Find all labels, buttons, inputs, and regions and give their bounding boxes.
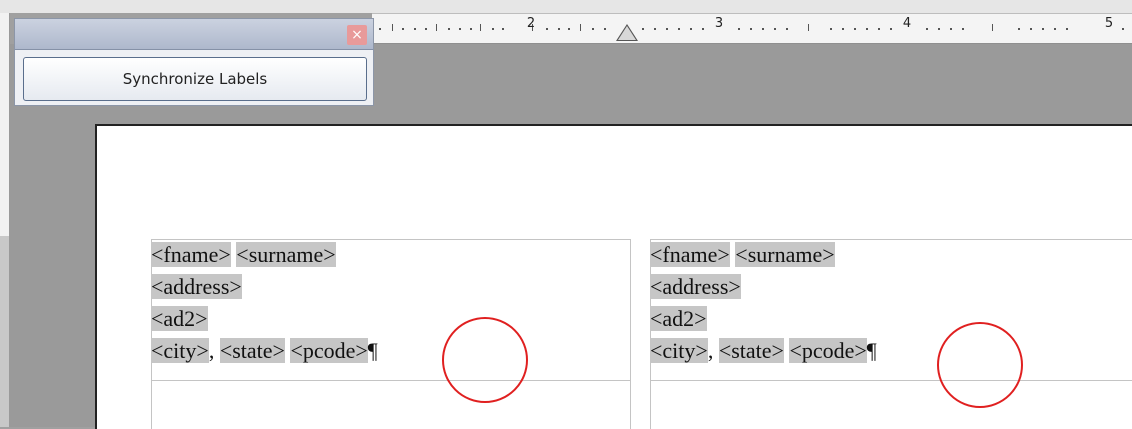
mail-merge-toolbar: × Synchronize Labels — [14, 18, 374, 106]
comma-separator: , — [208, 338, 215, 363]
field-surname[interactable]: <surname> — [236, 242, 336, 267]
ruler-tick — [568, 28, 570, 30]
ruler-tick — [425, 28, 427, 30]
ruler-tick — [938, 28, 940, 30]
field-pcode[interactable]: <pcode> — [789, 338, 867, 363]
ruler-tick — [470, 28, 472, 30]
ruler-tick — [642, 28, 644, 30]
address2-line: <ad2> — [650, 303, 1130, 335]
comma-separator: , — [707, 338, 714, 363]
ruler-tick — [786, 28, 788, 30]
label-cell-border — [151, 380, 631, 381]
field-state[interactable]: <state> — [718, 338, 784, 363]
ruler-tick — [1122, 28, 1124, 30]
ruler-tick — [702, 28, 704, 30]
field-fname[interactable]: <fname> — [151, 242, 231, 267]
field-address[interactable]: <address> — [151, 274, 242, 299]
ruler-tick — [690, 28, 692, 30]
ruler-tick — [750, 28, 752, 30]
paragraph-mark-icon: ¶ — [866, 338, 877, 363]
ruler-tick — [666, 28, 668, 30]
ruler-number: 4 — [902, 16, 912, 31]
ruler-tick — [842, 28, 844, 30]
address-line: <address> — [151, 271, 631, 303]
vertical-ruler-margin — [0, 236, 9, 427]
ruler-tick — [558, 28, 560, 30]
ruler-tick — [774, 28, 776, 30]
field-pcode[interactable]: <pcode> — [290, 338, 368, 363]
ruler-tick — [492, 28, 494, 30]
field-city[interactable]: <city> — [650, 338, 708, 363]
ruler-half-mark — [808, 24, 809, 31]
address2-line: <ad2> — [151, 303, 631, 335]
ruler-tick — [546, 28, 548, 30]
ruler-tick — [414, 28, 416, 30]
field-fname[interactable]: <fname> — [650, 242, 730, 267]
ruler-half-mark — [992, 24, 993, 31]
ruler-top-strip — [0, 0, 1132, 13]
ruler-tab-mark — [480, 24, 481, 31]
ruler-tick — [1018, 28, 1020, 30]
annotation-circle — [442, 317, 528, 403]
ruler-tick — [926, 28, 928, 30]
ruler-tick — [738, 28, 740, 30]
label-cell-2[interactable]: <fname> <surname> <address> <ad2> <city>… — [650, 239, 1130, 367]
document-page[interactable]: <fname> <surname> <address> <ad2> <city>… — [95, 124, 1132, 429]
ruler-tick — [448, 28, 450, 30]
ruler-tick — [950, 28, 952, 30]
ruler-tick — [1066, 28, 1068, 30]
indent-marker-fill — [618, 26, 636, 40]
ruler-tick — [1030, 28, 1032, 30]
label-cell-border — [650, 380, 1132, 381]
synchronize-labels-button[interactable]: Synchronize Labels — [23, 57, 367, 101]
ruler-tab-mark — [392, 24, 393, 31]
ruler-tick — [1042, 28, 1044, 30]
ruler-tick — [866, 28, 868, 30]
toolbar-title-bar[interactable]: × — [15, 19, 373, 50]
ruler-tick — [402, 28, 404, 30]
ruler-tick — [379, 28, 381, 30]
name-line: <fname> <surname> — [650, 239, 1130, 271]
field-ad2[interactable]: <ad2> — [151, 306, 208, 331]
ruler-tick — [502, 28, 504, 30]
ruler-tab-mark — [580, 24, 581, 31]
label-cell-1[interactable]: <fname> <surname> <address> <ad2> <city>… — [151, 239, 631, 367]
horizontal-ruler[interactable]: 2 3 4 5 — [372, 13, 1132, 44]
ruler-tick — [459, 28, 461, 30]
ruler-tick — [1054, 28, 1056, 30]
close-icon[interactable]: × — [347, 25, 367, 45]
ruler-tick — [878, 28, 880, 30]
ruler-tick — [962, 28, 964, 30]
ruler-tick — [830, 28, 832, 30]
field-city[interactable]: <city> — [151, 338, 209, 363]
ruler-tick — [678, 28, 680, 30]
paragraph-mark-icon: ¶ — [367, 338, 378, 363]
field-ad2[interactable]: <ad2> — [650, 306, 707, 331]
ruler-tab-mark — [436, 24, 437, 31]
ruler-tick — [592, 28, 594, 30]
ruler-number: 5 — [1104, 16, 1114, 31]
vertical-ruler — [0, 0, 10, 427]
city-line: <city>, <state> <pcode>¶ — [151, 335, 631, 367]
ruler-tick — [762, 28, 764, 30]
ruler-tick — [654, 28, 656, 30]
name-line: <fname> <surname> — [151, 239, 631, 271]
field-address[interactable]: <address> — [650, 274, 741, 299]
annotation-circle — [937, 322, 1023, 408]
field-state[interactable]: <state> — [219, 338, 285, 363]
city-line: <city>, <state> <pcode>¶ — [650, 335, 1130, 367]
ruler-number: 3 — [714, 16, 724, 31]
ruler-tick — [854, 28, 856, 30]
ruler-tick — [604, 28, 606, 30]
field-surname[interactable]: <surname> — [735, 242, 835, 267]
ruler-number: 2 — [526, 16, 536, 31]
ruler-tick — [890, 28, 892, 30]
address-line: <address> — [650, 271, 1130, 303]
